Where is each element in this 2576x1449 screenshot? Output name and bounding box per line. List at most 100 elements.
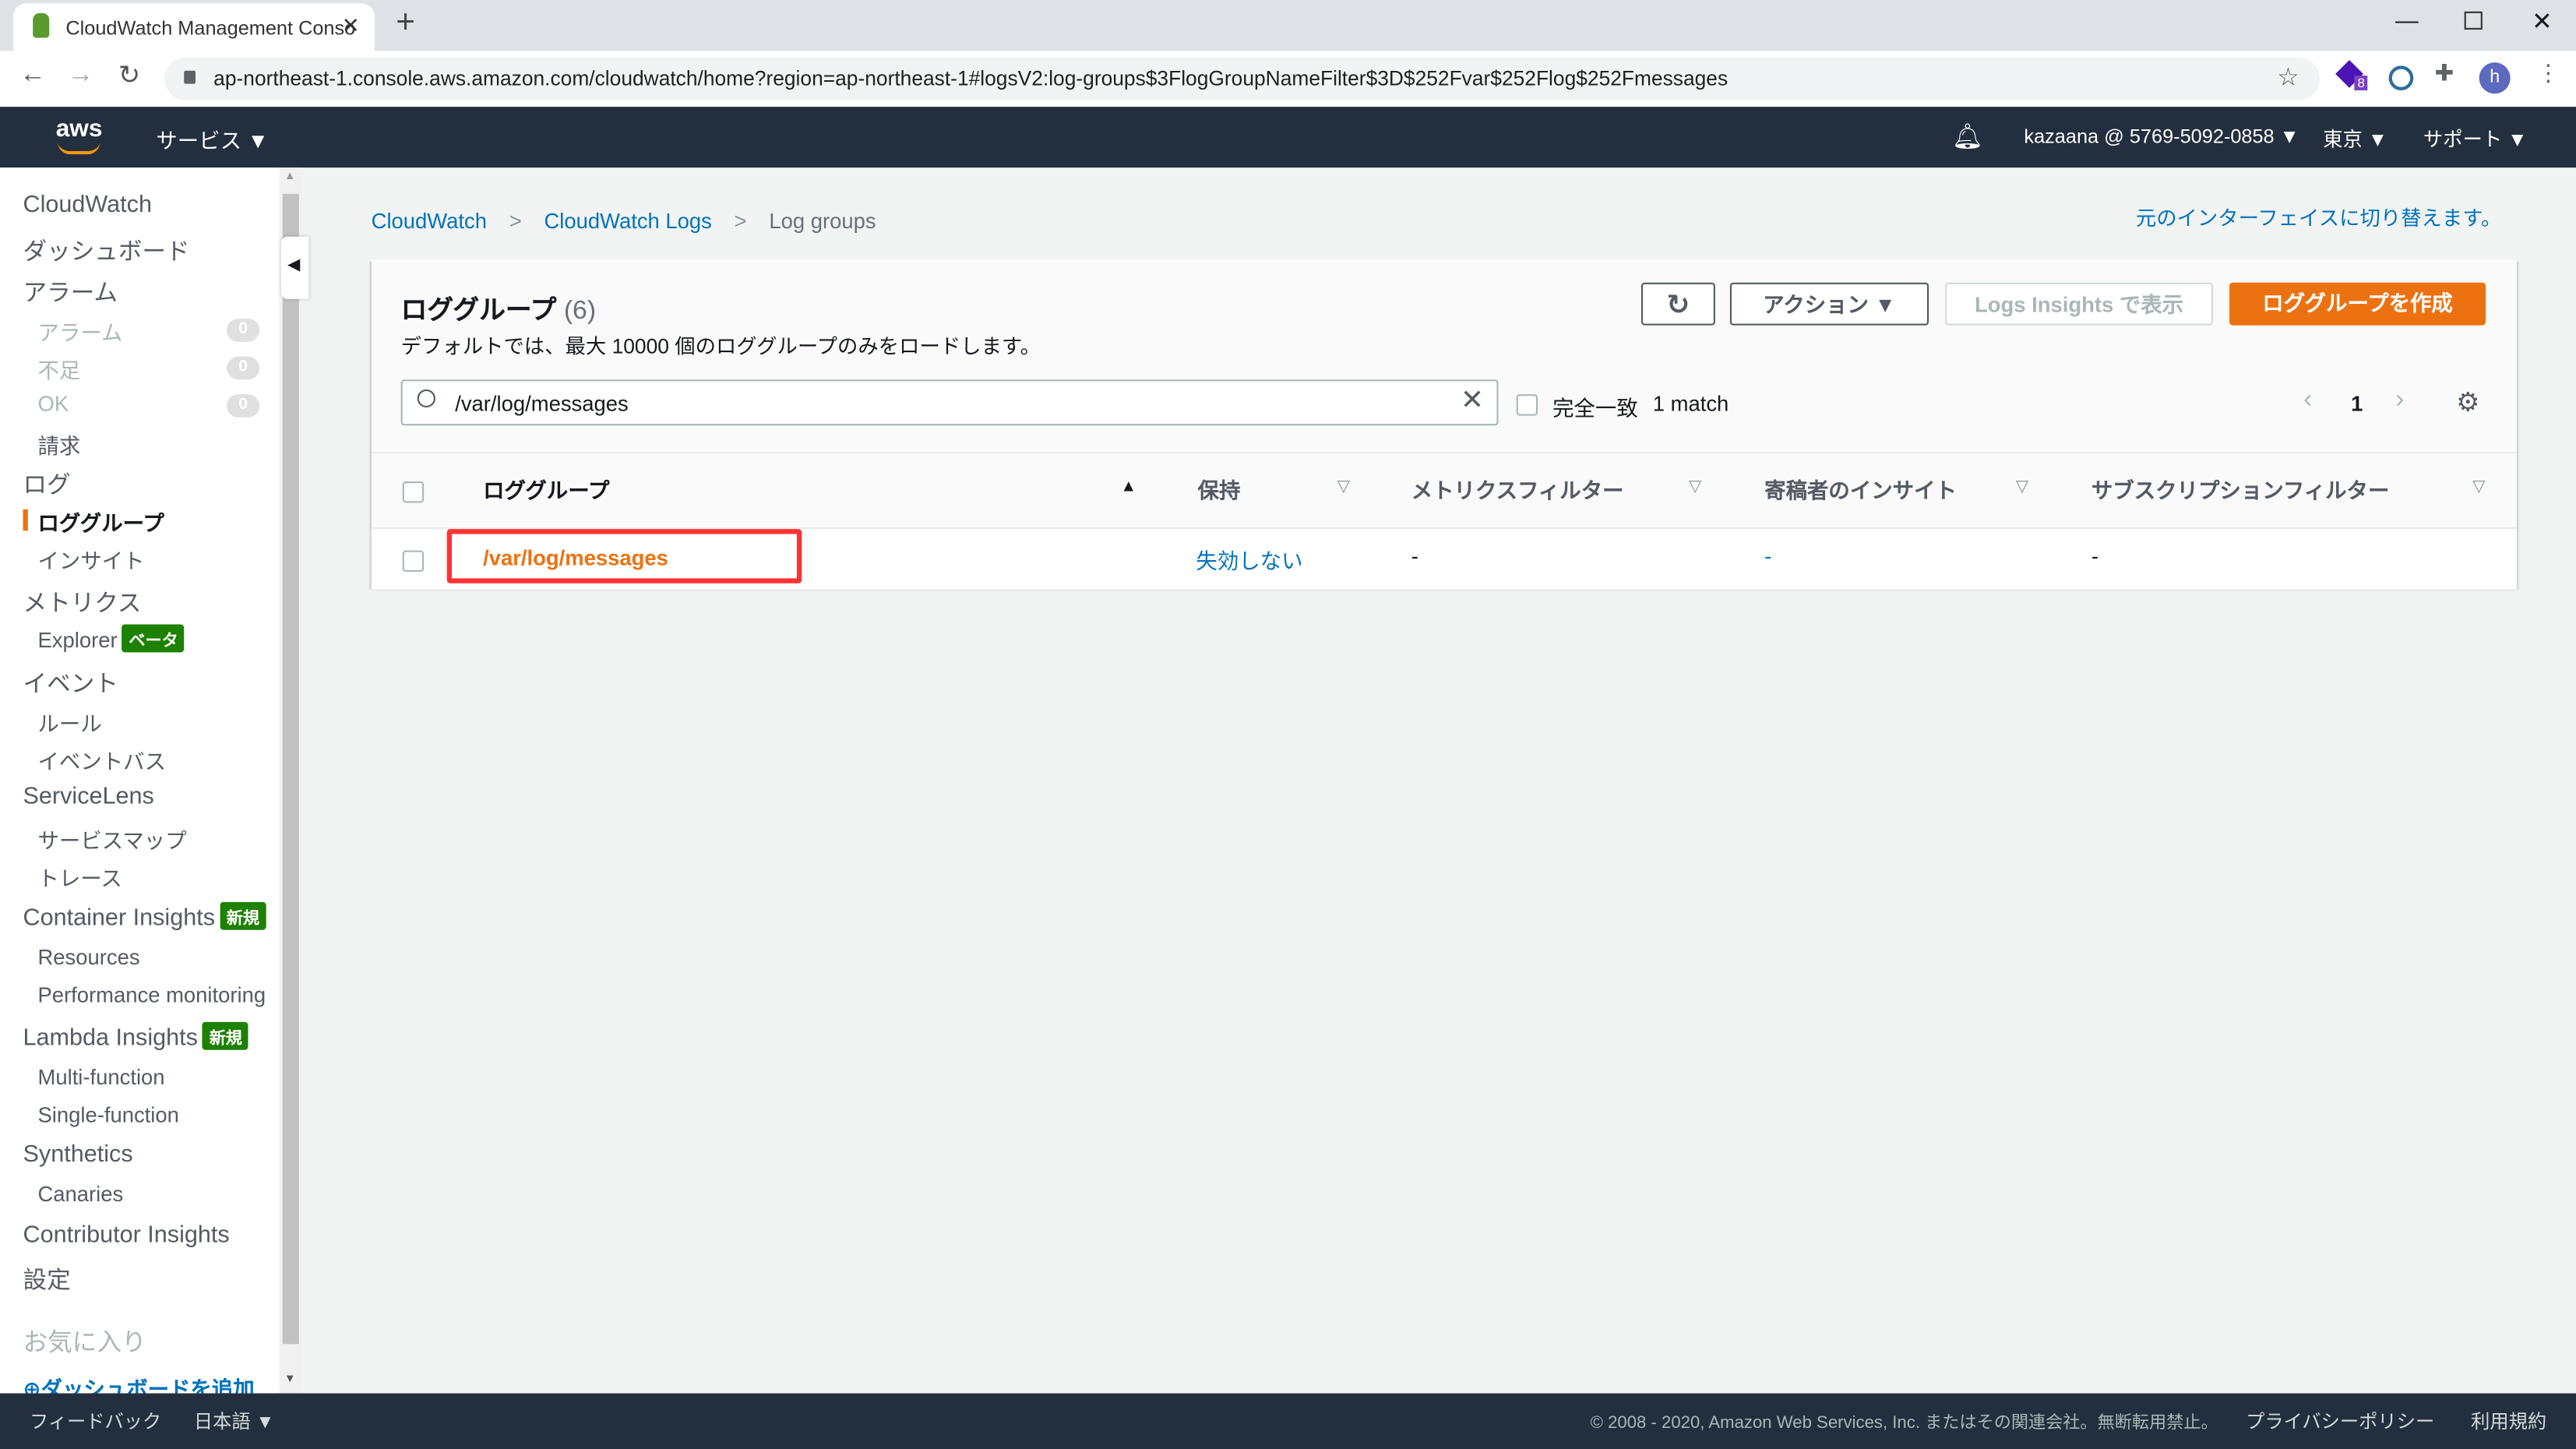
sidebar-item[interactable]: Synthetics — [23, 1142, 133, 1169]
breadcrumb-cloudwatch[interactable]: CloudWatch — [372, 209, 487, 234]
sidebar-item[interactable]: イベントバス — [38, 744, 167, 775]
previous-page-icon[interactable]: ‹ — [2303, 386, 2312, 416]
sidebar-item-label: イベントバス — [37, 749, 167, 774]
sidebar-scroll-thumb[interactable] — [282, 193, 299, 1345]
actions-button[interactable]: アクション ▼ — [1729, 282, 1929, 326]
url-field[interactable]: ap-northeast-1.console.aws.amazon.com/cl… — [164, 57, 2321, 100]
extension-plus-icon[interactable] — [2388, 65, 2414, 91]
scroll-down-icon[interactable]: ▼ — [284, 1373, 296, 1385]
new-tab-icon[interactable]: + — [396, 5, 415, 43]
sidebar-item[interactable]: ログ — [23, 467, 71, 501]
exact-match-checkbox[interactable] — [1516, 394, 1538, 416]
column-header-metric-filters[interactable]: メトリクスフィルター — [1411, 473, 1624, 504]
sidebar-item[interactable]: Single-function — [38, 1102, 179, 1127]
notifications-bell-icon[interactable]: 🔔︎ — [1952, 122, 1983, 151]
terms-link[interactable]: 利用規約 — [2471, 1408, 2546, 1434]
minimize-icon[interactable]: — — [2395, 6, 2419, 33]
sidebar-item[interactable]: ルール — [38, 707, 102, 738]
sidebar-item[interactable]: ロググループ — [23, 506, 164, 538]
row-checkbox[interactable] — [402, 550, 425, 572]
browser-menu-icon[interactable]: ⋮ — [2536, 59, 2560, 87]
close-tab-icon[interactable]: ✕ — [342, 13, 360, 40]
sidebar-item-label: Resources — [37, 944, 140, 970]
sidebar-item[interactable]: アラーム — [23, 274, 118, 308]
current-page[interactable]: 1 — [2351, 391, 2363, 416]
sidebar-item[interactable]: イベント — [23, 665, 118, 700]
sidebar-item-label: Synthetics — [23, 1141, 133, 1169]
sidebar-item[interactable]: OK — [38, 391, 69, 416]
view-in-logs-insights-button[interactable]: Logs Insights で表示 — [1945, 282, 2213, 326]
log-group-link[interactable]: /var/log/messages — [483, 545, 668, 570]
sidebar-item[interactable]: Resources — [38, 945, 140, 970]
sidebar-item-label: 請求 — [37, 433, 81, 459]
sidebar-item[interactable]: Container Insights 新規 — [23, 901, 266, 932]
sidebar-item[interactable]: Lambda Insights 新規 — [23, 1021, 249, 1052]
aws-logo[interactable]: aws — [56, 115, 103, 143]
column-header-contributor-insights[interactable]: 寄稿者のインサイト — [1764, 473, 1957, 504]
settings-gear-icon[interactable]: ⚙ — [2456, 386, 2479, 419]
sidebar-item[interactable]: 設定 — [23, 1262, 71, 1296]
select-all-checkbox[interactable] — [402, 481, 425, 503]
back-icon[interactable]: ← — [19, 61, 46, 90]
sidebar-item[interactable]: Canaries — [38, 1181, 124, 1206]
profile-avatar[interactable]: h — [2479, 62, 2511, 94]
sidebar-item[interactable]: トレース — [38, 861, 122, 892]
sidebar-item[interactable]: ServiceLens — [23, 784, 154, 810]
clear-search-icon[interactable]: ✕ — [1461, 385, 1484, 418]
feedback-link[interactable]: フィードバック — [30, 1408, 161, 1434]
aws-top-nav: aws サービス ▼ 🔔︎ kazaana @ 5769-5092-0858 ▼… — [0, 107, 2576, 168]
services-menu[interactable]: サービス ▼ — [156, 123, 268, 154]
aws-smile-icon — [57, 141, 100, 155]
sidebar-item[interactable]: 請求 — [38, 428, 81, 460]
column-header-retention[interactable]: 保持 — [1198, 473, 1241, 504]
forward-icon[interactable]: → — [67, 61, 93, 90]
sidebar-item-label: ルール — [37, 711, 102, 736]
sidebar-item[interactable]: ダッシュボード — [23, 233, 190, 267]
sort-icon[interactable]: ▽ — [1689, 478, 1701, 496]
privacy-policy-link[interactable]: プライバシーポリシー — [2246, 1408, 2434, 1434]
close-window-icon[interactable]: ✕ — [2532, 6, 2553, 37]
search-input[interactable]: /var/log/messages ✕ — [400, 379, 1499, 426]
column-header-subscription-filters[interactable]: サブスクリプションフィルター — [2091, 473, 2390, 504]
extension-badge: 8 — [2354, 76, 2369, 91]
sidebar-item[interactable]: サービスマップ — [38, 823, 187, 855]
sidebar-item[interactable]: Performance monitoring — [38, 982, 266, 1007]
sidebar-item-label: Lambda Insights — [23, 1025, 198, 1052]
sidebar-item[interactable]: 不足 — [38, 353, 81, 384]
collapse-sidebar-button[interactable]: ◀ — [280, 236, 309, 299]
sort-icon[interactable]: ▽ — [1337, 478, 1350, 496]
account-menu[interactable]: kazaana @ 5769-5092-0858 ▼ — [2024, 125, 2299, 148]
region-menu[interactable]: 東京 ▼ — [2323, 125, 2387, 153]
language-selector[interactable]: 日本語 ▼ — [194, 1408, 275, 1434]
sidebar-item[interactable]: Contributor Insights — [23, 1222, 230, 1249]
support-menu[interactable]: サポート ▼ — [2423, 125, 2527, 153]
exact-match-label: 完全一致 — [1552, 396, 1638, 421]
reload-icon[interactable]: ↻ — [118, 59, 140, 92]
breadcrumb-cloudwatch-logs[interactable]: CloudWatch Logs — [544, 209, 711, 234]
create-log-group-button[interactable]: ロググループを作成 — [2229, 282, 2486, 326]
metric-filters-value: - — [1411, 544, 1418, 569]
sidebar-item[interactable]: インサイト — [38, 544, 145, 575]
sidebar-item[interactable]: Multi-function — [38, 1065, 165, 1090]
sort-icon[interactable]: ▽ — [2472, 478, 2485, 496]
scroll-up-icon[interactable]: ▲ — [284, 171, 296, 182]
sidebar-item-label: インサイト — [37, 548, 145, 574]
refresh-button[interactable]: ↻ — [1640, 282, 1715, 326]
extensions-puzzle-icon[interactable]: ✚ — [2435, 59, 2454, 87]
contributor-insights-value[interactable]: - — [1764, 544, 1771, 569]
browser-tab[interactable]: CloudWatch Management Conso ✕ — [12, 3, 375, 51]
sidebar-item[interactable]: Explorer ベータ — [38, 624, 185, 653]
sidebar-item-label: 不足 — [37, 358, 81, 383]
sidebar-item[interactable]: ⊕ダッシュボードを追加 — [23, 1372, 255, 1393]
sidebar-item[interactable]: アラーム — [38, 316, 123, 347]
sidebar-item[interactable]: メトリクス — [23, 585, 142, 619]
restore-icon[interactable] — [2464, 11, 2483, 30]
sort-ascending-icon[interactable]: ▲ — [1120, 478, 1136, 496]
switch-interface-link[interactable]: 元のインターフェイスに切り替えます。 — [2136, 200, 2502, 231]
column-header-log-group[interactable]: ロググループ — [483, 473, 609, 504]
sort-icon[interactable]: ▽ — [2016, 478, 2028, 496]
next-page-icon[interactable]: › — [2395, 386, 2404, 416]
retention-link[interactable]: 失効しない — [1196, 544, 1302, 575]
table-header-divider — [371, 452, 2518, 454]
bookmark-star-icon[interactable]: ☆ — [2277, 58, 2299, 100]
